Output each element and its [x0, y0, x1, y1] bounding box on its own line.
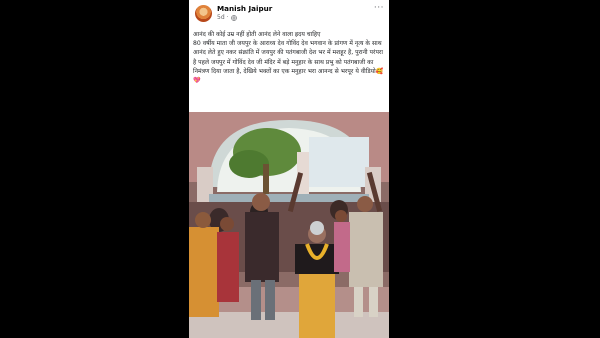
- post-card: Manish Jaipur 5d · ··· आनंद की कोई उम्र …: [189, 0, 389, 338]
- avatar[interactable]: [195, 5, 212, 22]
- meta-separator: ·: [226, 14, 229, 21]
- globe-icon: [230, 14, 237, 21]
- post-time[interactable]: 5d: [217, 14, 225, 21]
- video-frame: [189, 112, 389, 338]
- author-name[interactable]: Manish Jaipur: [217, 4, 272, 13]
- post-meta: 5d ·: [217, 14, 237, 21]
- post-caption: आनंद की कोई उम्र नहीं होती आनंद लेने वाल…: [193, 31, 384, 85]
- post-video[interactable]: [189, 112, 389, 338]
- post-header: Manish Jaipur 5d · ···: [189, 0, 389, 28]
- more-options-icon[interactable]: ···: [374, 3, 384, 13]
